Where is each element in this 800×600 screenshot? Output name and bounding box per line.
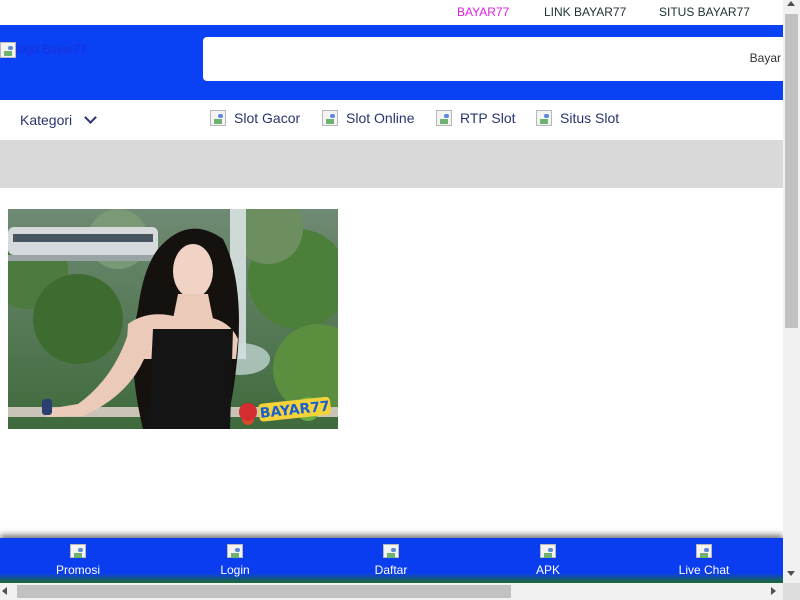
bottom-nav-label: Daftar [374, 563, 408, 577]
live-chat-icon [695, 544, 713, 560]
scroll-down-arrow-icon[interactable] [787, 571, 795, 576]
scroll-right-arrow-icon[interactable] [771, 587, 776, 595]
broken-image-icon [436, 110, 452, 126]
nav-item-rtp-slot[interactable]: RTP Slot [436, 110, 516, 126]
logo-alt-text: logo Bayar77 [16, 42, 87, 56]
page-viewport: BAYAR77 LINK BAYAR77 SITUS BAYAR77 logo … [0, 0, 783, 583]
gray-banner-band [0, 140, 783, 188]
apk-icon [539, 544, 557, 560]
vertical-scrollbar[interactable] [783, 0, 800, 583]
bottom-nav-bar: Promosi Login Daftar APK Live Chat [0, 538, 783, 583]
scrollbar-corner [783, 583, 800, 600]
promosi-icon [69, 544, 87, 560]
hero-photo: BAYAR77 [8, 209, 338, 429]
bottom-nav-daftar[interactable]: Daftar [341, 544, 441, 577]
broken-image-icon [322, 110, 338, 126]
nav-item-label: Slot Online [346, 110, 415, 126]
top-link-bayar77[interactable]: BAYAR77 [457, 5, 509, 19]
daftar-icon [382, 544, 400, 560]
chevron-down-icon [84, 111, 98, 124]
nav-item-label: RTP Slot [460, 110, 516, 126]
horizontal-scrollbar[interactable] [0, 583, 783, 600]
broken-image-icon [536, 110, 552, 126]
site-logo[interactable]: logo Bayar77 [0, 42, 87, 58]
header-bar: logo Bayar77 Bayar [0, 25, 783, 100]
top-link-situs-bayar77[interactable]: SITUS BAYAR77 [659, 5, 750, 19]
bottom-nav-label: APK [535, 563, 560, 577]
nav-item-slot-online[interactable]: Slot Online [322, 110, 414, 126]
nav-item-label: Situs Slot [560, 110, 620, 126]
bottom-nav-login[interactable]: Login [185, 544, 285, 577]
bottom-nav-promosi[interactable]: Promosi [28, 544, 128, 577]
nav-bar: Kategori Slot Gacor Slot Online RTP Slot… [0, 100, 783, 140]
nav-item-label: Slot Gacor [234, 110, 301, 126]
horizontal-scroll-thumb[interactable] [17, 585, 511, 598]
bottom-nav-label: Login [220, 563, 250, 577]
top-links-bar: BAYAR77 LINK BAYAR77 SITUS BAYAR77 [0, 0, 783, 25]
search-input[interactable]: Bayar [203, 37, 783, 81]
search-text: Bayar [749, 51, 781, 65]
broken-image-icon [0, 42, 16, 58]
bottom-nav-live-chat[interactable]: Live Chat [654, 544, 754, 577]
login-icon [226, 544, 244, 560]
scroll-up-arrow-icon[interactable] [787, 1, 795, 6]
nav-item-slot-gacor[interactable]: Slot Gacor [210, 110, 300, 126]
vertical-scroll-thumb[interactable] [785, 14, 798, 328]
kategori-dropdown[interactable]: Kategori [20, 111, 98, 128]
scroll-left-arrow-icon[interactable] [2, 587, 7, 595]
nav-item-situs-slot[interactable]: Situs Slot [536, 110, 619, 126]
bottom-nav-apk[interactable]: APK [498, 544, 598, 577]
bottom-nav-label: Live Chat [678, 563, 730, 577]
bottom-nav-label: Promosi [55, 563, 100, 577]
kategori-label: Kategori [20, 112, 73, 128]
top-link-link-bayar77[interactable]: LINK BAYAR77 [544, 5, 626, 19]
broken-image-icon [210, 110, 226, 126]
